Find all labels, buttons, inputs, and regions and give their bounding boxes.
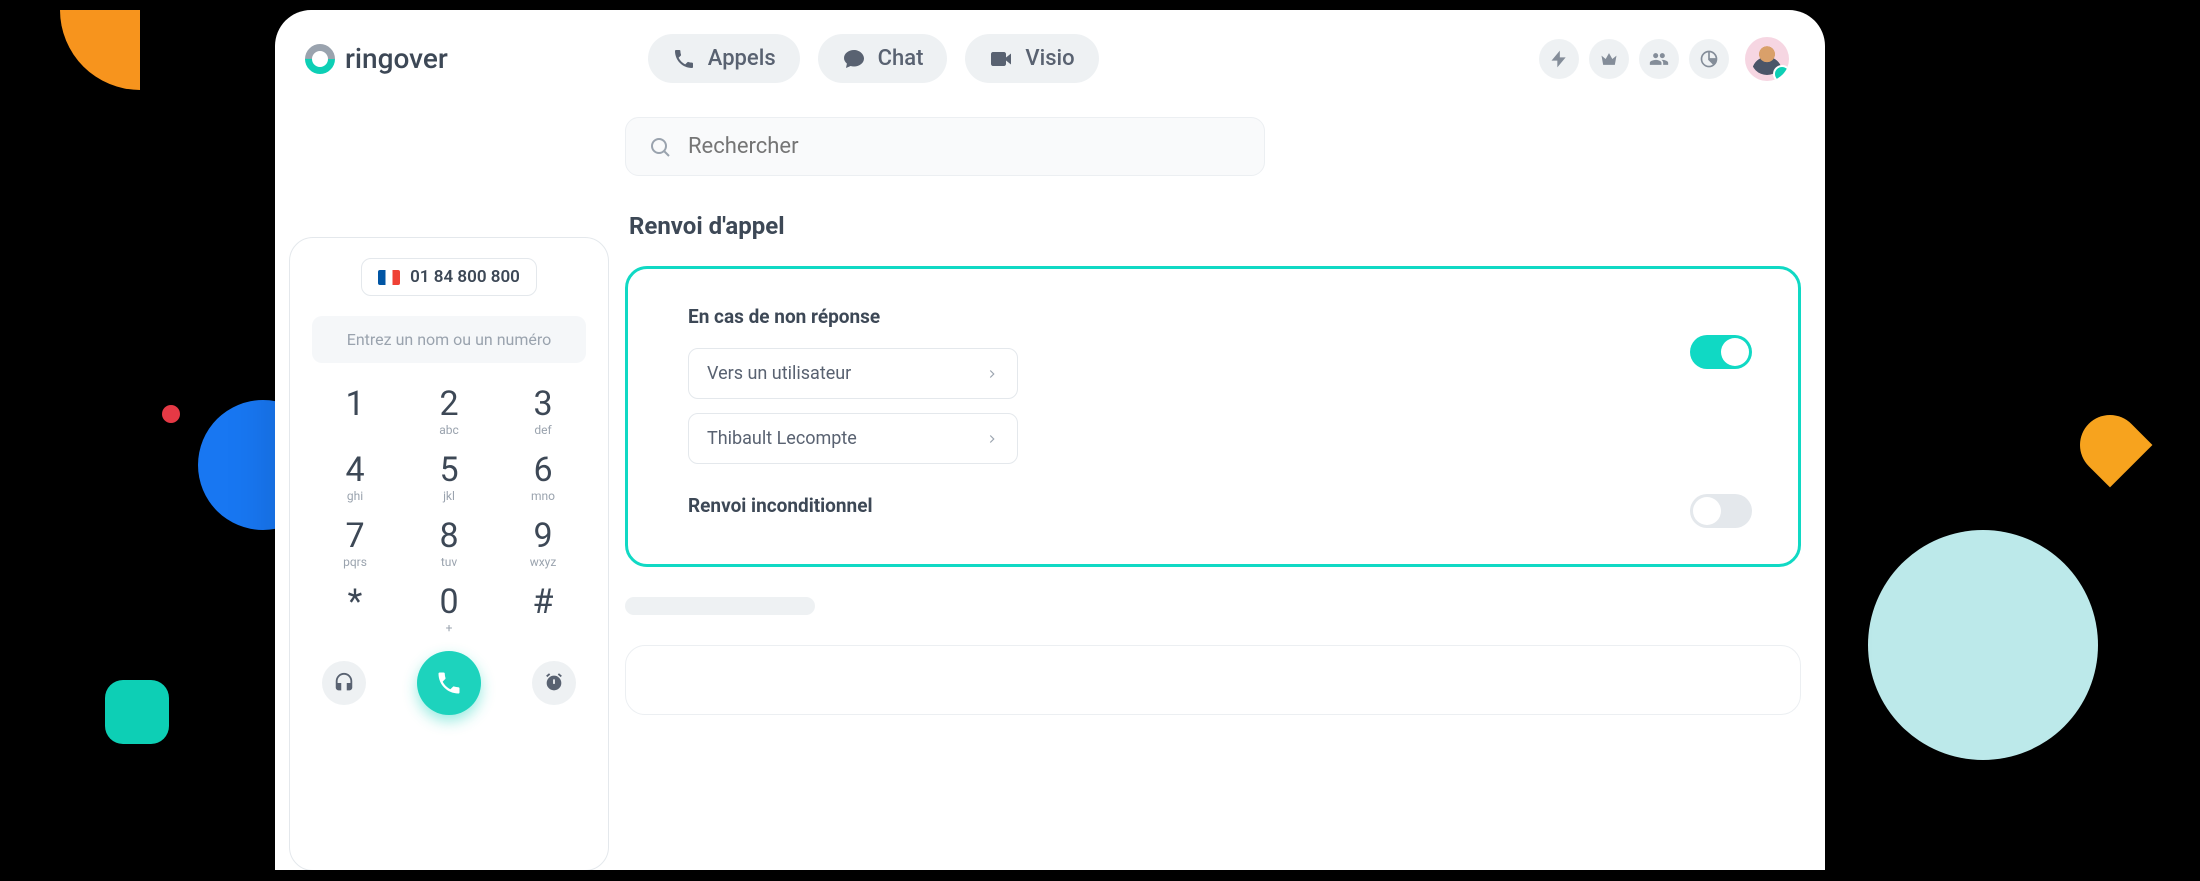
- search-icon: [648, 135, 672, 159]
- crown-icon: [1599, 49, 1619, 69]
- nav-video[interactable]: Visio: [965, 34, 1098, 83]
- header-actions: [1539, 37, 1789, 81]
- no-answer-row: En cas de non réponse Vers un utilisateu…: [688, 305, 1752, 464]
- unconditional-row: Renvoi inconditionnel: [688, 494, 1752, 528]
- keypad-key-4[interactable]: 4ghi: [312, 449, 398, 507]
- video-icon: [989, 47, 1013, 71]
- nav-calls-label: Appels: [708, 46, 776, 71]
- header: ringover Appels Chat Visio: [275, 10, 1825, 107]
- keypad-key-5[interactable]: 5jkl: [406, 449, 492, 507]
- crown-button[interactable]: [1589, 39, 1629, 79]
- keypad-key-3[interactable]: 3def: [500, 383, 586, 441]
- logo-icon: [305, 44, 335, 74]
- keypad-key-0[interactable]: 0+: [406, 581, 492, 639]
- lightning-button[interactable]: [1539, 39, 1579, 79]
- phone-icon: [672, 47, 696, 71]
- headset-button[interactable]: [322, 661, 366, 705]
- nav-chat-label: Chat: [878, 46, 924, 71]
- lightning-icon: [1549, 49, 1569, 69]
- next-card: [625, 645, 1801, 715]
- search-input[interactable]: [688, 134, 1242, 159]
- app-window: ringover Appels Chat Visio: [275, 10, 1825, 870]
- chart-icon: [1699, 49, 1719, 69]
- deco-shape: [2068, 403, 2153, 488]
- keypad-key-1[interactable]: 1: [312, 383, 398, 441]
- phone-number: 01 84 800 800: [410, 267, 520, 287]
- deco-shape: [60, 10, 140, 90]
- section-title: Renvoi d'appel: [629, 212, 1801, 240]
- deco-shape: [162, 405, 180, 423]
- dialer-panel: 01 84 800 800 Entrez un nom ou un numéro…: [289, 237, 609, 870]
- flag-fr-icon: [378, 270, 400, 285]
- keypad-key-9[interactable]: 9wxyz: [500, 515, 586, 573]
- no-answer-title: En cas de non réponse: [688, 305, 1018, 328]
- headset-icon: [333, 672, 355, 694]
- nav-video-label: Visio: [1025, 46, 1074, 71]
- user-avatar[interactable]: [1745, 37, 1789, 81]
- nav-calls[interactable]: Appels: [648, 34, 800, 83]
- forward-type-select[interactable]: Vers un utilisateur: [688, 348, 1018, 399]
- call-button[interactable]: [417, 651, 481, 715]
- keypad-key-#[interactable]: #: [500, 581, 586, 639]
- people-button[interactable]: [1639, 39, 1679, 79]
- loading-placeholder: [625, 597, 815, 615]
- unconditional-toggle[interactable]: [1690, 494, 1752, 528]
- dialer-input[interactable]: Entrez un nom ou un numéro: [312, 316, 586, 363]
- main-content: Renvoi d'appel En cas de non réponse Ver…: [625, 107, 1811, 870]
- phone-number-selector[interactable]: 01 84 800 800: [361, 258, 537, 296]
- keypad-key-2[interactable]: 2abc: [406, 383, 492, 441]
- no-answer-toggle[interactable]: [1690, 335, 1752, 369]
- dialer-keypad: 12abc3def 4ghi5jkl6mno 7pqrs8tuv9wxyz *0+#: [312, 383, 586, 639]
- alarm-icon: [543, 672, 565, 694]
- chevron-right-icon: [985, 432, 999, 446]
- keypad-key-7[interactable]: 7pqrs: [312, 515, 398, 573]
- top-nav: Appels Chat Visio: [648, 34, 1099, 83]
- keypad-key-*[interactable]: *: [312, 581, 398, 639]
- logo[interactable]: ringover: [305, 42, 448, 75]
- deco-shape: [105, 680, 169, 744]
- nav-chat[interactable]: Chat: [818, 34, 948, 83]
- chevron-right-icon: [985, 367, 999, 381]
- people-icon: [1649, 49, 1669, 69]
- phone-icon: [435, 669, 463, 697]
- forward-type-value: Vers un utilisateur: [707, 363, 851, 384]
- chat-icon: [842, 47, 866, 71]
- unconditional-title: Renvoi inconditionnel: [688, 494, 873, 517]
- forward-user-value: Thibault Lecompte: [707, 428, 857, 449]
- chart-button[interactable]: [1689, 39, 1729, 79]
- forward-user-select[interactable]: Thibault Lecompte: [688, 413, 1018, 464]
- keypad-key-6[interactable]: 6mno: [500, 449, 586, 507]
- search-bar[interactable]: [625, 117, 1265, 176]
- brand-name: ringover: [345, 42, 448, 75]
- deco-shape: [1868, 530, 2098, 760]
- snooze-button[interactable]: [532, 661, 576, 705]
- keypad-key-8[interactable]: 8tuv: [406, 515, 492, 573]
- avatar-icon: [1751, 43, 1783, 75]
- call-forwarding-card: En cas de non réponse Vers un utilisateu…: [625, 266, 1801, 567]
